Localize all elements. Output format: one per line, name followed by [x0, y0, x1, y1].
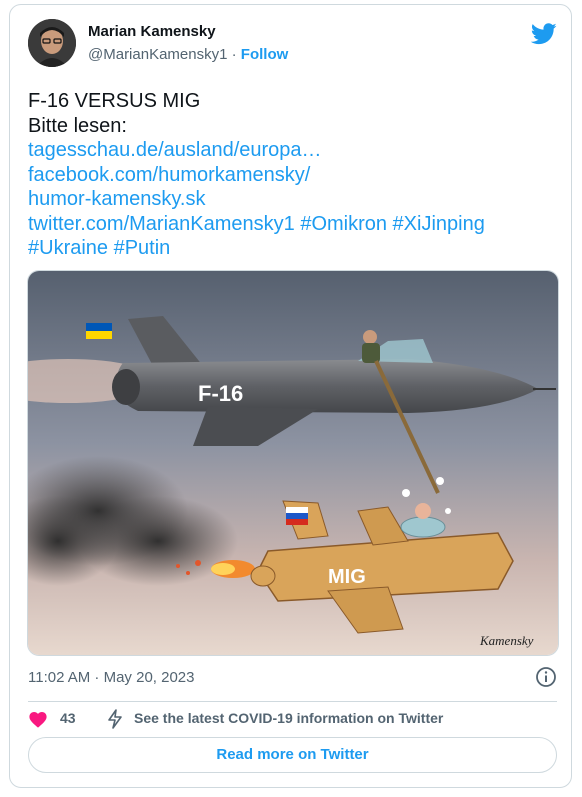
handle-row: @MarianKamensky1 · Follow: [88, 46, 288, 63]
tweet-hashtags[interactable]: #Ukraine #Putin: [28, 236, 558, 261]
divider: [28, 701, 557, 702]
covid-info-link[interactable]: See the latest COVID-19 information on T…: [134, 710, 443, 726]
lightning-icon: [108, 709, 122, 729]
tweet-header: Marian Kamensky @MarianKamensky1 · Follo…: [28, 19, 557, 71]
tweet-card: Marian Kamensky @MarianKamensky1 · Follo…: [9, 4, 572, 788]
timestamp[interactable]: 11:02 AM · May 20, 2023: [28, 669, 195, 686]
author-name[interactable]: Marian Kamensky: [88, 23, 216, 40]
like-count[interactable]: 43: [60, 710, 76, 726]
tweet-link-tagesschau[interactable]: tagesschau.de/ausland/europa…: [28, 138, 558, 163]
tweet-line: Bitte lesen:: [28, 114, 127, 137]
tweet-text: F-16 VERSUS MIG Bitte lesen: tagesschau.…: [28, 89, 558, 261]
tweet-line: F-16 VERSUS MIG: [28, 90, 201, 112]
author-handle[interactable]: @MarianKamensky1: [88, 46, 227, 63]
heart-icon[interactable]: [28, 710, 48, 728]
read-more-button[interactable]: Read more on Twitter: [28, 737, 557, 773]
separator: ·: [231, 46, 237, 63]
jet-label: F-16: [198, 381, 243, 406]
follow-link[interactable]: Follow: [241, 46, 289, 63]
tweet-image[interactable]: F-16 MIG Kamensky: [27, 270, 559, 656]
info-icon[interactable]: [535, 666, 557, 688]
coffin-label: MIG: [328, 566, 366, 588]
avatar[interactable]: [28, 19, 76, 67]
artist-signature: Kamensky: [479, 633, 534, 648]
tweet-link-website[interactable]: humor-kamensky.sk: [28, 187, 558, 212]
cartoon-illustration: F-16 MIG Kamensky: [28, 271, 558, 655]
twitter-bird-icon[interactable]: [531, 23, 557, 45]
tweet-link-facebook[interactable]: facebook.com/humorkamensky/: [28, 163, 558, 188]
tweet-link-twitter-hashtags[interactable]: twitter.com/MarianKamensky1 #Omikron #Xi…: [28, 212, 558, 237]
